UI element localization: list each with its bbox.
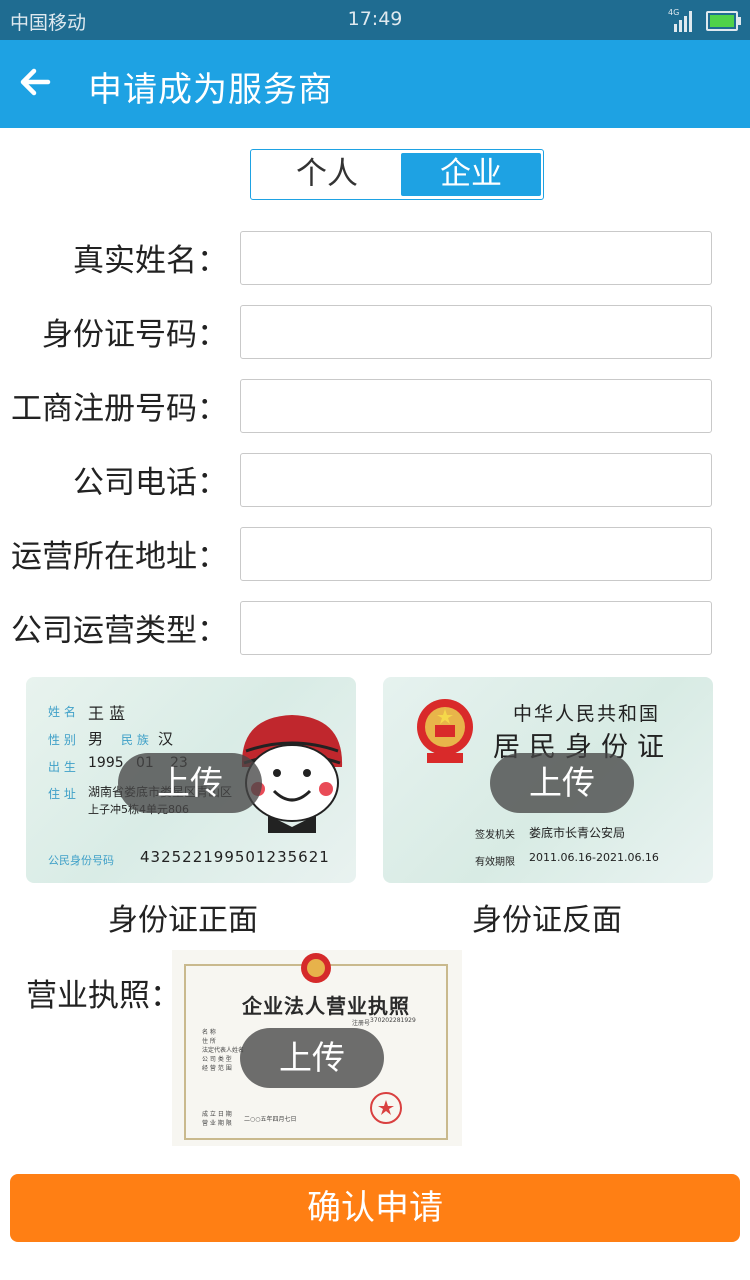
app-bar: 申请成为服务商 [0, 40, 750, 128]
label-real-name: 真实姓名： [73, 243, 228, 279]
upload-id-back-button[interactable]: 上传 [490, 753, 634, 813]
license-reg-no: 370202281929 [370, 1017, 416, 1024]
clock: 17:49 [347, 8, 403, 30]
license-title: 企业法人营业执照 [242, 994, 410, 1018]
label-operating-address: 运营所在地址： [11, 539, 228, 575]
id-front-sex: 男 [88, 730, 104, 748]
id-front-id-number: 432522199501235621 [140, 848, 330, 866]
id-front-name: 王 蓝 [88, 704, 126, 723]
business-license-label: 营业执照： [26, 978, 181, 1014]
license-key-term: 营 业 期 限 [202, 1120, 232, 1127]
id-front-birth-year: 1995 [88, 755, 124, 771]
license-reg-no-key: 注册号 [352, 1020, 371, 1027]
license-key-type: 公 司 类 型 [202, 1056, 232, 1063]
status-bar: 中国移动 17:49 4G [0, 0, 750, 40]
id-front-name-key: 姓 名 [48, 705, 76, 719]
business-license-image[interactable]: 企业法人营业执照 注册号 370202281929 名 称 住 所 法定代表人姓… [172, 950, 462, 1146]
id-front-ethnic: 汉 [158, 730, 174, 748]
id-back-valid: 2011.06.16-2021.06.16 [529, 851, 659, 864]
id-back-country: 中华人民共和国 [513, 703, 661, 725]
id-front-birth-key: 出 生 [48, 760, 76, 774]
submit-application-button[interactable]: 确认申请 [10, 1174, 740, 1242]
operating-type-input[interactable] [240, 601, 712, 655]
label-id-number: 身份证号码： [42, 317, 228, 353]
license-field-keys: 名 称 住 所 法定代表人姓名 公 司 类 型 经 营 范 围 [202, 1028, 244, 1073]
network-type: 4G [668, 8, 680, 17]
license-key-legal-rep: 法定代表人姓名 [202, 1047, 245, 1054]
arrow-left-icon[interactable] [14, 60, 58, 104]
license-seal-icon [370, 1092, 402, 1124]
id-front-id-key: 公民身份号码 [48, 854, 114, 867]
id-front-caption: 身份证正面 [108, 903, 258, 938]
id-number-input[interactable] [240, 305, 712, 359]
business-reg-number-input[interactable] [240, 379, 712, 433]
id-front-image[interactable]: 姓 名 王 蓝 性 别 男 民 族 汉 出 生 1995 01 23 住 址 湖… [26, 677, 356, 883]
license-date-keys: 成 立 日 期 营 业 期 限 [202, 1110, 232, 1128]
id-front-addr-key: 住 址 [48, 787, 76, 801]
license-emblem-icon [301, 953, 331, 983]
battery-icon [706, 11, 741, 31]
id-back-authority: 娄底市长青公安局 [529, 826, 626, 840]
license-key-address: 住 所 [202, 1038, 216, 1045]
account-type-switch: 个人 企业 [250, 149, 544, 200]
label-company-phone: 公司电话： [73, 465, 228, 501]
tab-company[interactable]: 企业 [401, 153, 541, 196]
license-issue-date: 二○○五年四月七日 [244, 1116, 297, 1123]
license-key-name: 名 称 [202, 1029, 216, 1036]
upload-id-front-button[interactable]: 上传 [118, 753, 262, 813]
id-front-sex-key: 性 别 [48, 733, 76, 747]
label-operating-type: 公司运营类型： [11, 613, 228, 649]
id-back-image[interactable]: 中华人民共和国 居民身份证 签发机关 娄底市长青公安局 有效期限 2011.06… [383, 677, 713, 883]
label-business-reg-number: 工商注册号码： [11, 391, 228, 427]
id-front-ethnic-key: 民 族 [121, 733, 149, 747]
upload-license-button[interactable]: 上传 [240, 1028, 384, 1088]
tab-personal[interactable]: 个人 [257, 153, 397, 196]
license-key-scope: 经 营 范 围 [202, 1065, 232, 1072]
company-phone-input[interactable] [240, 453, 712, 507]
license-key-established: 成 立 日 期 [202, 1111, 232, 1118]
page-title: 申请成为服务商 [88, 70, 333, 110]
id-back-authority-key: 签发机关 [475, 830, 515, 841]
national-emblem-icon [417, 699, 473, 763]
operating-address-input[interactable] [240, 527, 712, 581]
id-back-caption: 身份证反面 [472, 903, 622, 938]
real-name-input[interactable] [240, 231, 712, 285]
id-back-valid-key: 有效期限 [475, 857, 515, 868]
